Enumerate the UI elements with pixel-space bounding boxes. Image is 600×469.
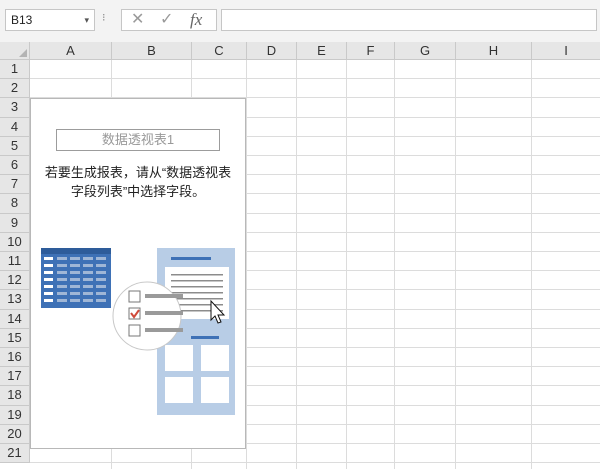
name-box-value: B13 xyxy=(11,13,33,27)
pivot-instruction: 若要生成报表，请从“数据透视表 字段列表”中选择字段。 xyxy=(31,163,245,201)
function-icon[interactable]: fx xyxy=(190,10,202,30)
row-header[interactable]: 5 xyxy=(0,136,30,156)
column-header-h[interactable]: H xyxy=(456,42,532,60)
grid-column-line xyxy=(296,60,297,469)
row-header[interactable]: 12 xyxy=(0,271,30,291)
row-header[interactable]: 3 xyxy=(0,98,30,118)
table-grid-icon xyxy=(41,248,111,308)
row-header[interactable]: 18 xyxy=(0,386,30,406)
row-header[interactable]: 7 xyxy=(0,175,30,195)
row-header[interactable]: 10 xyxy=(0,232,30,252)
pivot-instruction-line2: 字段列表”中选择字段。 xyxy=(70,184,206,199)
formula-buttons: ✕ ✓ fx xyxy=(121,9,217,31)
grid-row-line xyxy=(30,462,600,463)
row-header[interactable]: 2 xyxy=(0,79,30,99)
row-header[interactable]: 8 xyxy=(0,194,30,214)
select-all-triangle-icon xyxy=(19,49,27,57)
pivot-instruction-line1: 若要生成报表，请从“数据透视表 xyxy=(44,165,232,180)
select-all-corner[interactable] xyxy=(0,42,30,60)
row-header[interactable]: 13 xyxy=(0,290,30,310)
row-header[interactable]: 4 xyxy=(0,117,30,137)
pivot-table-name: 数据透视表1 xyxy=(56,129,220,151)
row-header[interactable]: 6 xyxy=(0,156,30,176)
name-box[interactable]: B13 ▾ xyxy=(5,9,95,31)
formula-bar: B13 ▾ ⁝ ✕ ✓ fx xyxy=(0,0,600,42)
pivot-field-list-illustration xyxy=(41,248,235,415)
x-icon[interactable]: ✕ xyxy=(131,10,144,30)
formula-input[interactable] xyxy=(221,9,597,31)
drag-handle-icon[interactable]: ⁝ xyxy=(102,11,106,24)
row-header[interactable]: 14 xyxy=(0,309,30,329)
row-header[interactable]: 19 xyxy=(0,405,30,425)
row-header[interactable]: 15 xyxy=(0,328,30,348)
grid-row-line xyxy=(30,78,600,79)
grid-column-line xyxy=(455,60,456,469)
row-header[interactable]: 16 xyxy=(0,348,30,368)
grid-column-line xyxy=(531,60,532,469)
chevron-down-icon[interactable]: ▾ xyxy=(84,10,89,30)
row-header[interactable]: 1 xyxy=(0,60,30,80)
row-header[interactable]: 9 xyxy=(0,213,30,233)
pivot-table-placeholder[interactable]: 数据透视表1 若要生成报表，请从“数据透视表 字段列表”中选择字段。 xyxy=(30,98,246,449)
row-header[interactable]: 20 xyxy=(0,424,30,444)
column-header-a[interactable]: A xyxy=(30,42,112,60)
column-header-d[interactable]: D xyxy=(247,42,297,60)
column-header-f[interactable]: F xyxy=(347,42,395,60)
column-header-i[interactable]: I xyxy=(532,42,600,60)
check-icon[interactable]: ✓ xyxy=(160,10,173,30)
row-header[interactable]: 21 xyxy=(0,444,30,464)
grid-column-line xyxy=(246,60,247,469)
column-header-g[interactable]: G xyxy=(395,42,456,60)
grid-column-line xyxy=(394,60,395,469)
row-header[interactable]: 11 xyxy=(0,252,30,272)
column-header-e[interactable]: E xyxy=(297,42,347,60)
column-header-b[interactable]: B xyxy=(112,42,192,60)
row-header[interactable]: 17 xyxy=(0,367,30,387)
grid-column-line xyxy=(346,60,347,469)
column-header-c[interactable]: C xyxy=(192,42,247,60)
